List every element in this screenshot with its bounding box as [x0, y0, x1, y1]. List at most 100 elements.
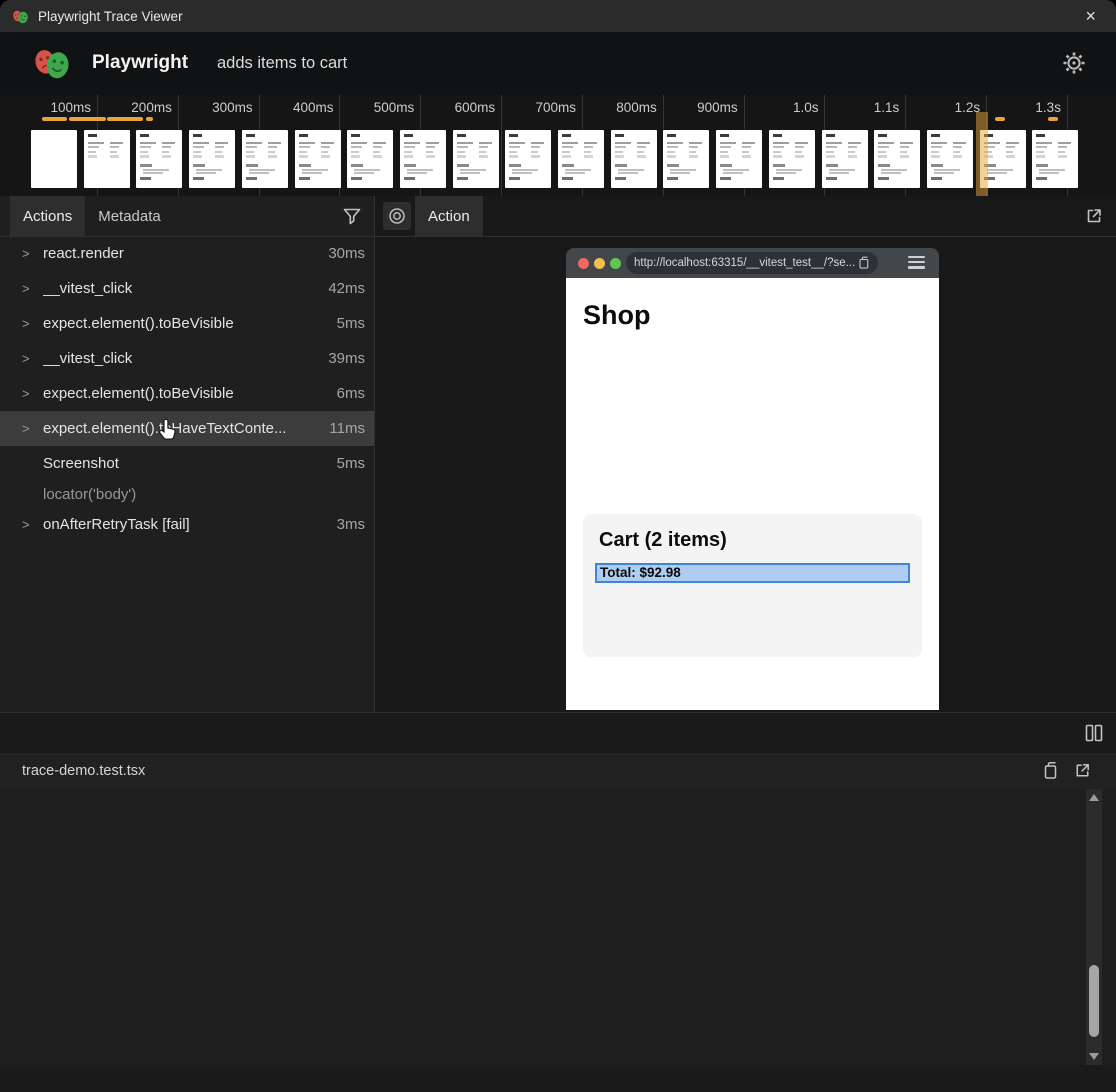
- snapshot-tabbar: Action: [375, 196, 1116, 237]
- filmstrip-thumbnail[interactable]: [453, 130, 499, 188]
- filmstrip-thumbnail[interactable]: [663, 130, 709, 188]
- open-snapshot-external-icon[interactable]: [1084, 206, 1104, 226]
- cart-total-highlighted: Total: $92.98: [595, 563, 910, 583]
- chevron-right-icon[interactable]: >: [22, 351, 43, 366]
- mouse-cursor-hand: [158, 418, 180, 442]
- action-duration: 6ms: [337, 385, 365, 402]
- scroll-down-arrow[interactable]: [1089, 1053, 1099, 1060]
- action-row[interactable]: Screenshot 5ms: [0, 446, 374, 481]
- source-code-view[interactable]: [0, 789, 1116, 1065]
- bullseye-icon: [388, 207, 406, 225]
- filmstrip-thumbnail[interactable]: [611, 130, 657, 188]
- browser-chrome: http://localhost:63315/__vitest_test__/?…: [566, 248, 939, 278]
- filmstrip-thumbnail[interactable]: [874, 130, 920, 188]
- filmstrip-thumbnail[interactable]: [84, 130, 130, 188]
- filmstrip-thumbnail[interactable]: [31, 130, 77, 188]
- action-row[interactable]: >react.render30ms: [0, 236, 374, 271]
- source-file-name: trace-demo.test.tsx: [22, 763, 145, 779]
- titlebar: Playwright Trace Viewer ×: [0, 0, 1116, 32]
- source-filebar: trace-demo.test.tsx: [0, 753, 1116, 789]
- filmstrip-thumbnail[interactable]: [927, 130, 973, 188]
- vertical-scrollbar[interactable]: [1086, 789, 1102, 1065]
- playwright-logo-icon: [33, 46, 71, 80]
- filmstrip-thumbnail[interactable]: [769, 130, 815, 188]
- filmstrip-thumbnail[interactable]: [189, 130, 235, 188]
- timeline-tick-label: 400ms: [249, 100, 333, 115]
- timeline-tick-label: 1.3s: [977, 100, 1061, 115]
- chevron-right-icon[interactable]: >: [22, 386, 43, 401]
- header: Playwright adds items to cart: [0, 32, 1116, 95]
- timeline-tick-label: 500ms: [330, 100, 414, 115]
- filmstrip-thumbnail[interactable]: [400, 130, 446, 188]
- url-text: http://localhost:63315/__vitest_test__/?…: [634, 257, 857, 269]
- action-duration: 5ms: [337, 455, 365, 472]
- browser-preview: http://localhost:63315/__vitest_test__/?…: [566, 248, 939, 710]
- filmstrip-thumbnail[interactable]: [558, 130, 604, 188]
- timeline-action-bar: [1048, 117, 1058, 121]
- tab-action[interactable]: Action: [415, 196, 483, 236]
- tab-actions[interactable]: Actions: [10, 196, 85, 236]
- chevron-right-icon[interactable]: >: [22, 281, 43, 296]
- timeline-tick-label: 1.0s: [734, 100, 818, 115]
- timeline-tick-label: 900ms: [654, 100, 738, 115]
- address-bar[interactable]: http://localhost:63315/__vitest_test__/?…: [626, 252, 878, 274]
- action-row[interactable]: >__vitest_click39ms: [0, 341, 374, 376]
- timeline-selection-marker[interactable]: [976, 112, 988, 196]
- test-case-title: adds items to cart: [217, 54, 347, 73]
- timeline-action-bar: [69, 117, 106, 121]
- open-source-external-icon[interactable]: [1073, 761, 1092, 780]
- chevron-right-icon[interactable]: >: [22, 517, 43, 532]
- action-duration: 11ms: [329, 420, 365, 437]
- timeline-action-bar: [995, 117, 1005, 121]
- page-content: Shop Cart (2 items) Total: $92.98: [566, 278, 939, 710]
- action-row[interactable]: >__vitest_click 42ms: [0, 271, 374, 306]
- filmstrip-thumbnail[interactable]: [822, 130, 868, 188]
- vertical-scroll-thumb[interactable]: [1089, 965, 1099, 1037]
- bottom-tabbar: [0, 713, 1116, 753]
- traffic-light-yellow: [594, 258, 605, 269]
- settings-gear-icon[interactable]: [1062, 51, 1086, 75]
- chevron-right-icon[interactable]: >: [22, 246, 43, 261]
- filmstrip-thumbnail[interactable]: [1032, 130, 1078, 188]
- filmstrip-thumbnail[interactable]: [242, 130, 288, 188]
- action-title: react.render: [43, 245, 124, 262]
- action-duration: 3ms: [337, 516, 365, 533]
- window-title: Playwright Trace Viewer: [38, 9, 183, 24]
- timeline-tick-label: 1.1s: [815, 100, 899, 115]
- filmstrip-thumbnail[interactable]: [716, 130, 762, 188]
- action-row[interactable]: >expect.element().toBeVisible5ms: [0, 306, 374, 341]
- chevron-right-icon[interactable]: >: [22, 421, 43, 436]
- chevron-right-icon[interactable]: >: [22, 316, 43, 331]
- filmstrip-thumbnail[interactable]: [505, 130, 551, 188]
- filter-icon[interactable]: [342, 206, 362, 226]
- filmstrip-thumbnail[interactable]: [347, 130, 393, 188]
- filmstrip-thumbnail[interactable]: [136, 130, 182, 188]
- action-row[interactable]: >expect.element().toBeVisible6ms: [0, 376, 374, 411]
- timeline-action-bar: [107, 117, 143, 121]
- copy-url-icon[interactable]: [857, 256, 870, 270]
- timeline[interactable]: 100ms200ms300ms400ms500ms600ms700ms800ms…: [0, 95, 1116, 196]
- copy-source-icon[interactable]: [1041, 761, 1059, 780]
- close-icon[interactable]: ×: [1085, 4, 1096, 28]
- main-area: ActionsMetadata >react.render30ms>__vite…: [0, 196, 1116, 712]
- action-row[interactable]: >expect.element().toHaveTextConte...11ms: [0, 411, 374, 446]
- action-title: Screenshot: [43, 455, 119, 472]
- action-locator-subtitle: locator('body'): [0, 481, 374, 507]
- timeline-action-bar: [42, 117, 67, 121]
- tab-metadata[interactable]: Metadata: [85, 196, 174, 236]
- action-title: __vitest_click: [43, 280, 132, 297]
- scroll-up-arrow[interactable]: [1089, 794, 1099, 801]
- filmstrip-thumbnail[interactable]: [295, 130, 341, 188]
- action-row[interactable]: >onAfterRetryTask [fail]3ms: [0, 507, 374, 542]
- timeline-tick-label: 700ms: [492, 100, 576, 115]
- timeline-tick-label: 200ms: [88, 100, 172, 115]
- browser-menu-icon[interactable]: [908, 256, 925, 270]
- pick-locator-button[interactable]: [383, 202, 411, 230]
- actions-list: >react.render30ms>__vitest_click42ms>exp…: [0, 236, 374, 542]
- split-view-icon[interactable]: [1084, 723, 1104, 743]
- action-duration: 42ms: [328, 280, 365, 297]
- timeline-tick-label: 1.2s: [896, 100, 980, 115]
- app-title: Playwright: [92, 52, 188, 74]
- timeline-tick-label: 300ms: [169, 100, 253, 115]
- timeline-action-bar: [146, 117, 153, 121]
